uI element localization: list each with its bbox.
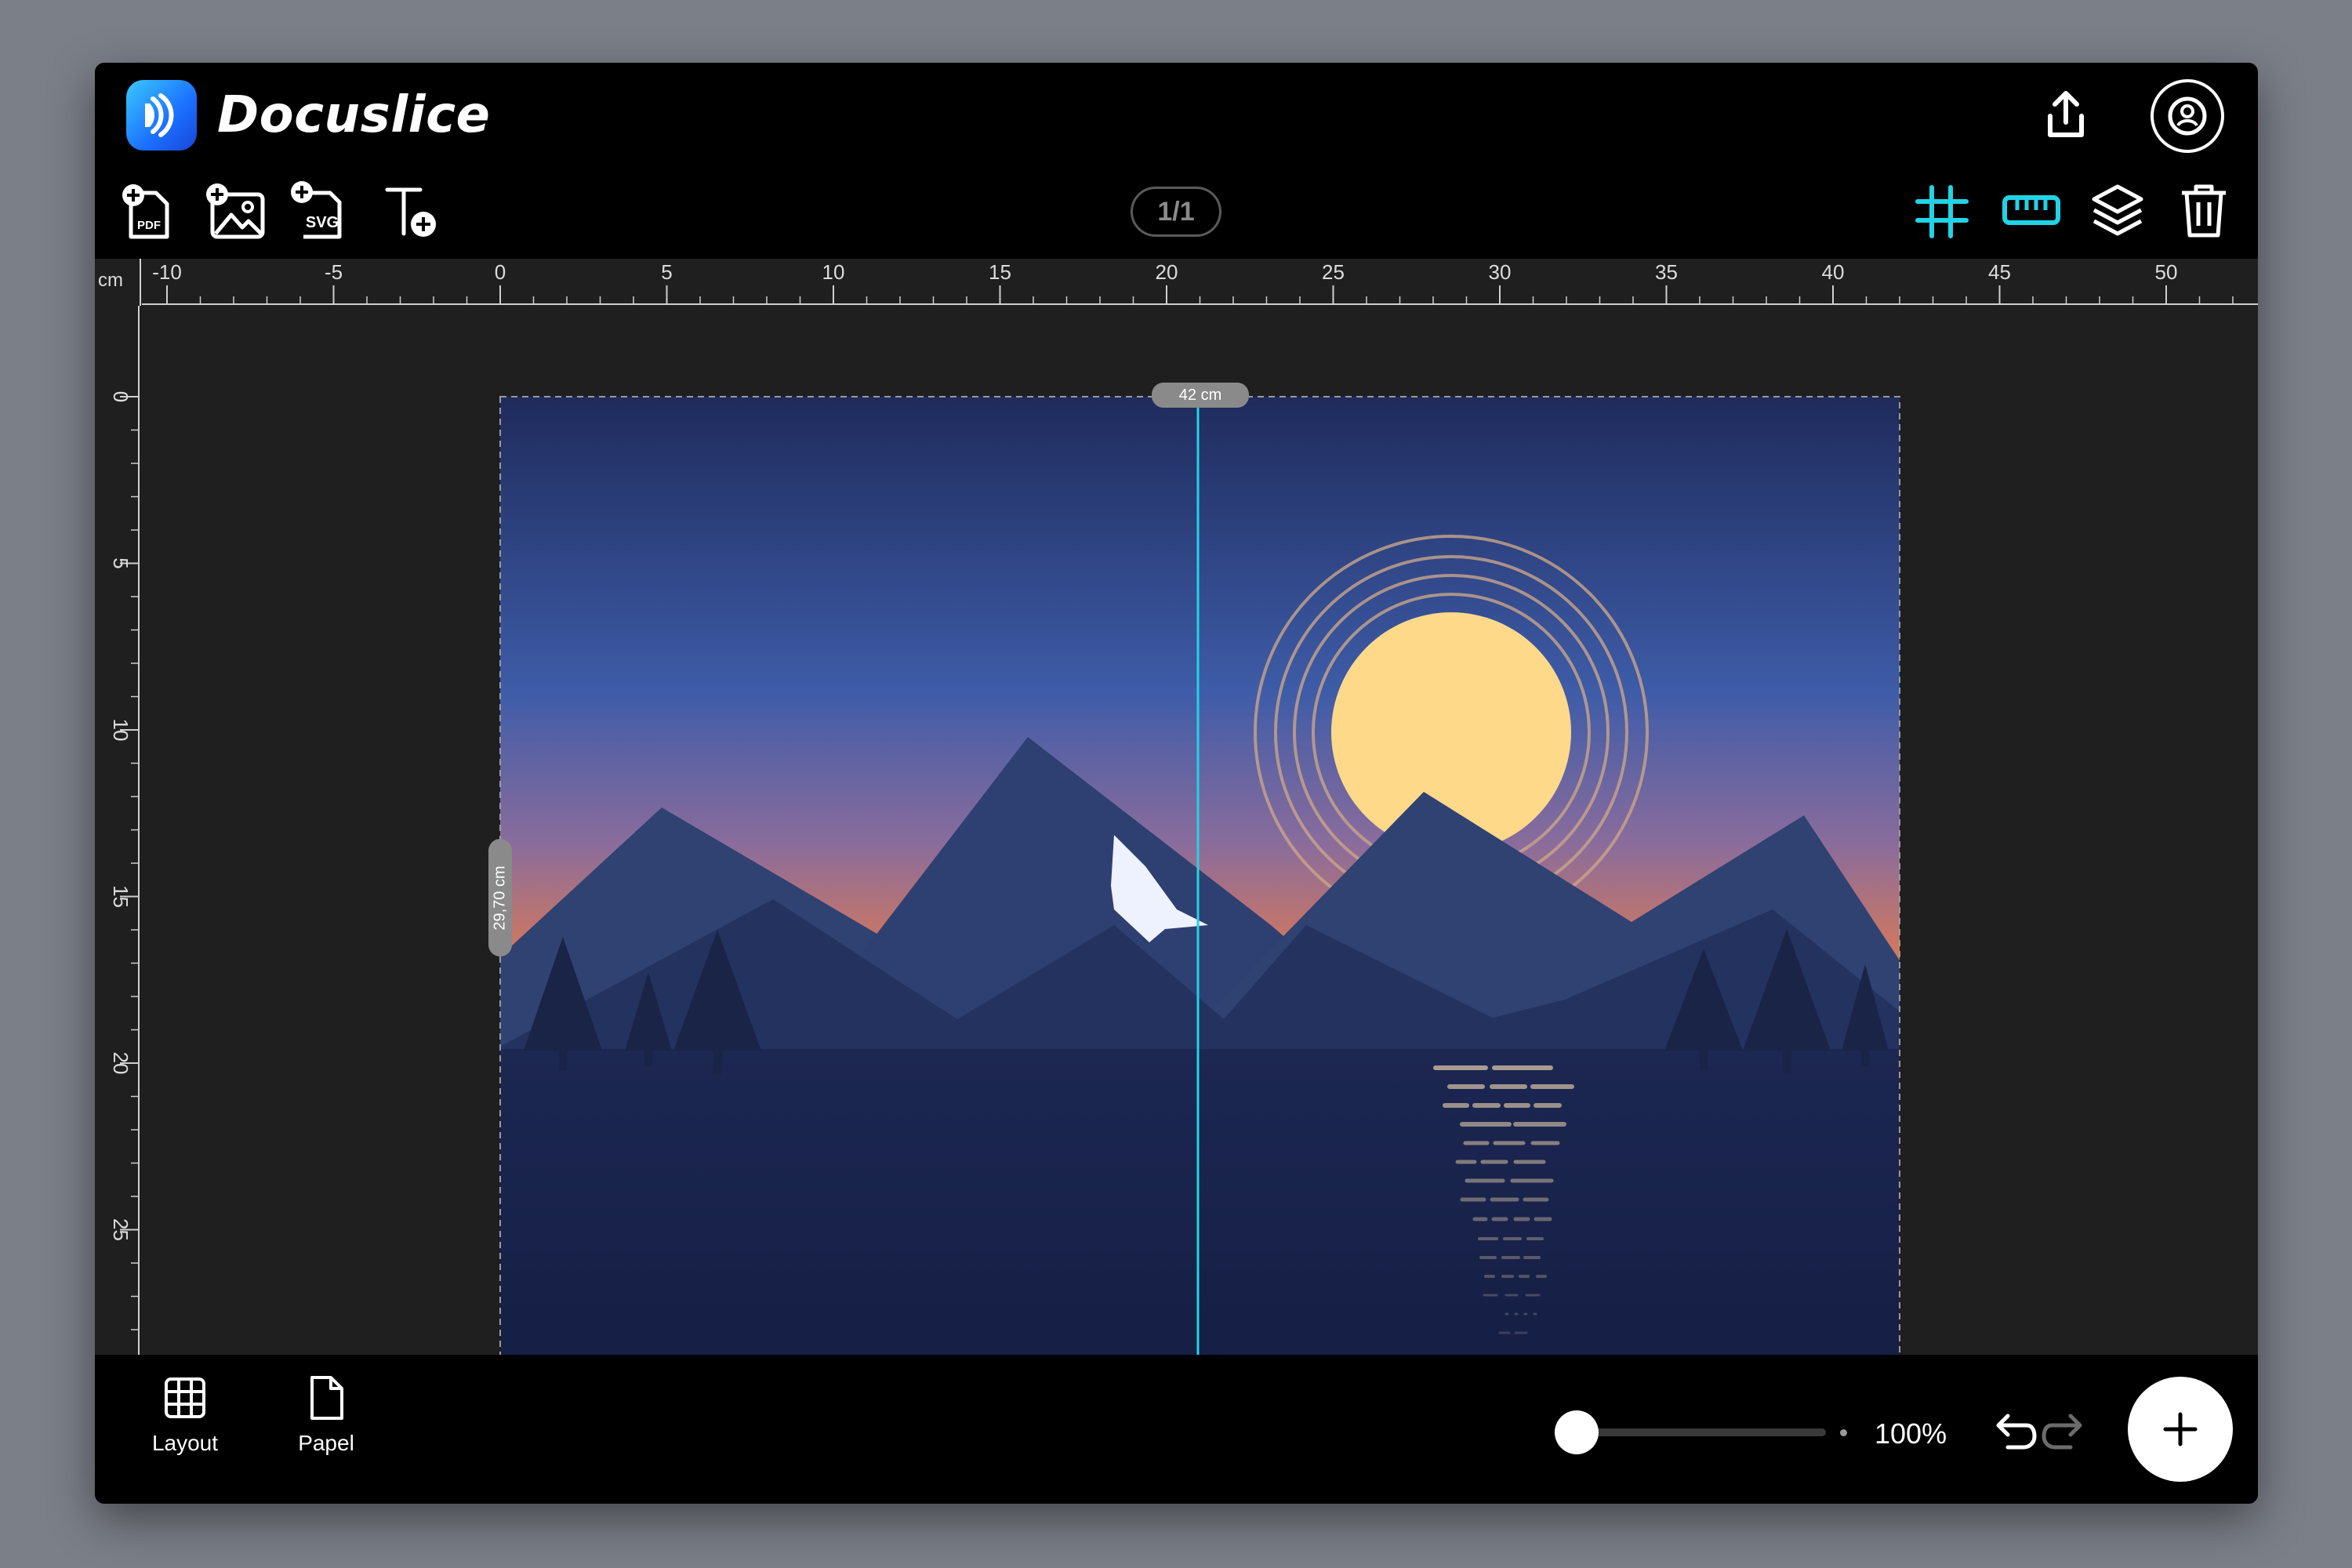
undo-icon [1996, 1414, 2037, 1450]
zoom-slider-track[interactable] [1563, 1428, 1826, 1436]
trash-icon [2182, 184, 2226, 238]
zoom-slider-end-dot [1840, 1429, 1847, 1436]
ruler-tick-label: 45 [1988, 260, 2011, 284]
ruler-tick-label: -10 [152, 260, 182, 284]
ruler-unit-label: cm [98, 270, 123, 291]
zoom-percentage: 100% [1875, 1417, 1947, 1450]
add-pdf-button[interactable]: PDF [120, 182, 175, 241]
text-plus-icon [385, 187, 436, 237]
image-plus-icon [206, 183, 265, 239]
grid-toggle[interactable] [1915, 184, 1969, 239]
grid-icon [1915, 185, 1969, 238]
ruler-tick-label: 15 [989, 260, 1011, 284]
ruler-tick-label: 40 [1822, 260, 1845, 284]
ruler-tick-label: 20 [1156, 260, 1178, 284]
zoom-slider-thumb[interactable] [1555, 1410, 1599, 1454]
undo-button[interactable] [1992, 1410, 2038, 1455]
app-title: Docuslice [217, 86, 491, 144]
paper-label: Papel [298, 1431, 354, 1455]
document-icon [310, 1376, 343, 1420]
share-icon[interactable] [2034, 83, 2097, 146]
canvas-workspace[interactable]: -10-505101520253035404550 051015202530 c… [95, 259, 2258, 1415]
paper-button[interactable]: Papel [279, 1374, 373, 1456]
ruler-tick-label: 0 [109, 391, 132, 402]
add-image-button[interactable] [205, 182, 267, 241]
plus-icon [2163, 1412, 2198, 1446]
ruler-tick-label: 35 [1655, 260, 1678, 284]
app-logo [126, 80, 197, 151]
add-button[interactable] [2128, 1377, 2233, 1482]
workspace-canvas[interactable]: -10-505101520253035404550 051015202530 c… [95, 259, 2258, 1415]
ruler-tick-label: 15 [109, 885, 132, 908]
layout-label: Layout [151, 1431, 219, 1455]
page-indicator[interactable]: 1/1 [1131, 187, 1221, 237]
layout-button[interactable]: Layout [138, 1374, 232, 1456]
page-artwork[interactable] [499, 396, 1900, 1415]
ruler-tick-label: 5 [109, 557, 132, 568]
layers-icon [2092, 184, 2143, 236]
redo-button[interactable] [2041, 1410, 2086, 1455]
left-ruler [95, 259, 140, 1415]
width-dimension-badge: 42 cm [1152, 383, 1249, 408]
svg-label: SVG [306, 214, 339, 231]
ruler-tick-label: -5 [325, 260, 343, 284]
user-circle-icon [2151, 79, 2224, 153]
ruler-tick-label: 20 [109, 1052, 132, 1075]
redo-icon [2042, 1414, 2082, 1450]
ruler-tick-label: 5 [661, 260, 672, 284]
file-pdf-plus-icon: PDF [122, 184, 169, 239]
ruler-tick-label: 30 [1489, 260, 1512, 284]
height-dimension-badge: 29,70 cm [488, 839, 512, 956]
ruler-tick-label: 0 [495, 260, 506, 284]
ruler-toggle[interactable] [2000, 188, 2063, 232]
delete-button[interactable] [2177, 180, 2230, 240]
add-text-button[interactable] [381, 182, 444, 241]
ruler-tick-label: 10 [822, 260, 845, 284]
ruler-tick-label: 25 [1322, 260, 1345, 284]
layers-button[interactable] [2089, 180, 2146, 240]
ruler-icon [2002, 195, 2060, 225]
app-window: Docuslice PDF SVG 1/1 -10 -5 0 5 10 15 2… [95, 63, 2258, 1504]
table-grid-icon [165, 1377, 205, 1418]
add-svg-button[interactable]: SVG [288, 179, 350, 241]
logo-mark-icon [145, 93, 174, 137]
file-svg-plus-icon: SVG [291, 181, 342, 239]
ruler-tick-label: 25 [109, 1218, 132, 1241]
account-button[interactable] [2150, 78, 2225, 154]
height-dimension-label: 29,70 cm [491, 865, 509, 931]
pdf-label: PDF [137, 219, 161, 232]
ruler-tick-label: 10 [109, 719, 132, 742]
ruler-tick-label: 50 [2155, 260, 2178, 284]
